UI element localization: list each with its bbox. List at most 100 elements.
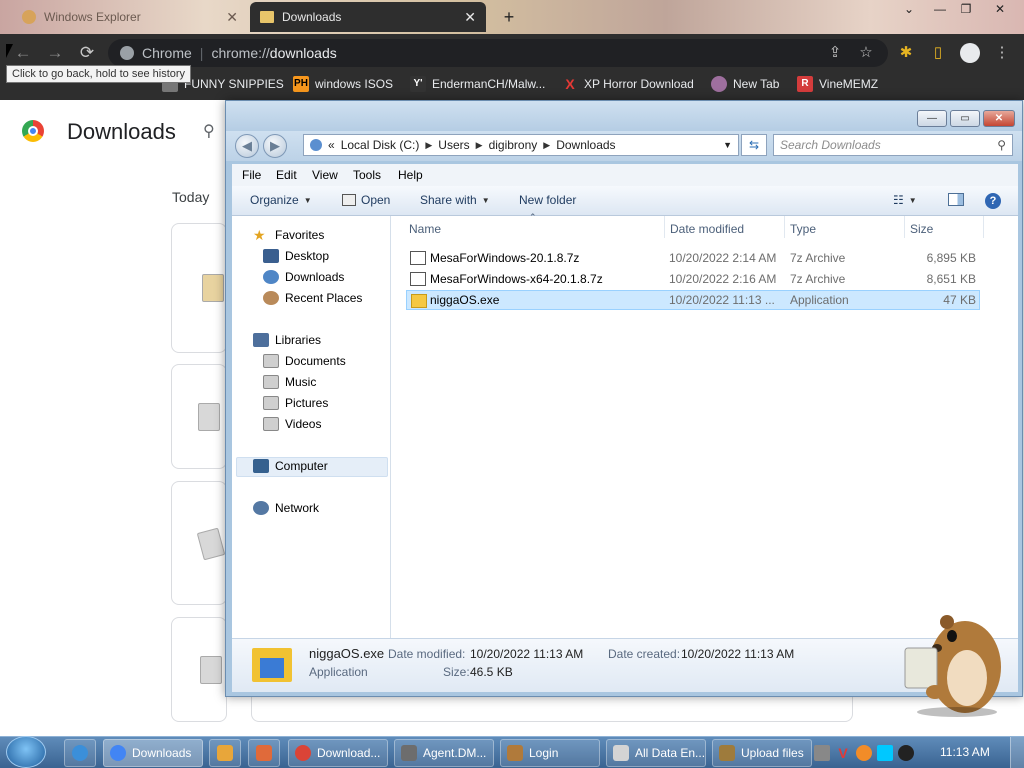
taskbar-button-downloads[interactable]: Downloads <box>103 739 203 767</box>
column-divider[interactable] <box>904 216 905 238</box>
tray-search-icon[interactable] <box>856 745 872 761</box>
explorer-maximize-button[interactable]: ▭ <box>950 110 980 127</box>
file-row[interactable]: MesaForWindows-x64-20.1.8.7z 10/20/2022 … <box>406 269 980 289</box>
file-row-selected[interactable]: niggaOS.exe 10/20/2022 11:13 ... Applica… <box>406 290 980 310</box>
bookmark-windows-isos[interactable]: PH windows ISOS <box>293 76 393 92</box>
download-card[interactable] <box>171 481 227 605</box>
column-header-size[interactable]: Size <box>910 222 933 236</box>
taskbar-button-login[interactable]: Login <box>500 739 600 767</box>
download-card[interactable] <box>171 364 227 469</box>
menu-edit[interactable]: Edit <box>276 168 297 182</box>
taskbar-clock[interactable]: 11:13 AM <box>940 745 990 759</box>
maximize-button[interactable]: ❐ <box>954 2 978 22</box>
breadcrumb-item[interactable]: Downloads <box>556 138 615 152</box>
address-bar[interactable]: Chrome | chrome:// downloads <box>108 39 888 67</box>
taskbar-media-pin[interactable] <box>209 739 241 767</box>
menu-file[interactable]: File <box>242 168 261 182</box>
bookmark-endermanch[interactable]: Y' EndermanCH/Malw... <box>410 76 545 92</box>
explorer-back-button[interactable]: ◀ <box>235 134 259 158</box>
nav-label: Music <box>285 375 317 389</box>
sidepanel-icon[interactable]: ▯ <box>926 41 950 65</box>
nav-pictures[interactable]: Pictures <box>263 396 328 410</box>
forward-button[interactable]: → <box>42 40 68 66</box>
explorer-minimize-button[interactable]: — <box>917 110 947 127</box>
tab-close-icon[interactable]: ✕ <box>226 9 238 26</box>
column-header-date[interactable]: Date modified <box>670 222 744 236</box>
breadcrumb-item[interactable]: Users <box>438 138 469 152</box>
close-button[interactable]: ✕ <box>988 2 1012 22</box>
menu-icon[interactable]: ⋮ <box>990 41 1014 65</box>
open-button[interactable]: Open <box>342 193 390 207</box>
nav-computer[interactable]: Computer <box>253 459 328 473</box>
file-row[interactable]: MesaForWindows-20.1.8.7z 10/20/2022 2:14… <box>406 248 980 268</box>
download-card[interactable] <box>171 617 227 722</box>
nav-videos[interactable]: Videos <box>263 417 321 431</box>
bookmark-vinememz[interactable]: R VineMEMZ <box>797 76 878 92</box>
nav-documents[interactable]: Documents <box>263 354 346 368</box>
back-button[interactable]: ← <box>10 40 36 66</box>
tab-downloads[interactable]: Downloads ✕ <box>250 2 486 32</box>
view-options-button[interactable]: ☷ ▼ <box>893 193 917 207</box>
tray-volume-icon[interactable] <box>898 745 914 761</box>
bookmark-new-tab[interactable]: New Tab <box>711 76 779 92</box>
column-divider[interactable] <box>664 216 665 238</box>
explorer-titlebar[interactable] <box>226 101 1022 131</box>
breadcrumb-item[interactable]: Local Disk (C:) <box>341 138 420 152</box>
taskbar-button-all-data[interactable]: All Data En... <box>606 739 706 767</box>
taskbar-ie-pin[interactable] <box>64 739 96 767</box>
profile-icon[interactable] <box>958 41 982 65</box>
menu-help[interactable]: Help <box>398 168 423 182</box>
search-icon[interactable]: ⚲ <box>203 121 215 141</box>
preview-pane-button[interactable] <box>948 193 964 206</box>
chevron-down-icon[interactable]: ▼ <box>723 140 732 150</box>
new-tab-button[interactable]: + <box>498 6 520 28</box>
tab-windows-explorer[interactable]: Windows Explorer ✕ <box>12 2 248 32</box>
start-button[interactable] <box>6 736 46 768</box>
nav-recent-places[interactable]: Recent Places <box>263 291 362 305</box>
share-with-button[interactable]: Share with ▼ <box>420 193 490 207</box>
taskbar-button-agent[interactable]: Agent.DM... <box>394 739 494 767</box>
search-icon[interactable]: ⚲ <box>997 138 1006 152</box>
nav-music[interactable]: Music <box>263 375 316 389</box>
tab-search-chevron-icon[interactable]: ⌄ <box>897 2 921 22</box>
breadcrumb-item[interactable]: digibrony <box>489 138 538 152</box>
bookmark-xp-horror[interactable]: X XP Horror Download <box>562 76 694 92</box>
minimize-button[interactable]: — <box>928 2 952 22</box>
help-button[interactable]: ? <box>985 193 1001 209</box>
reload-button[interactable]: ⟳ <box>74 40 100 66</box>
column-divider[interactable] <box>784 216 785 238</box>
explorer-search-input[interactable]: Search Downloads ⚲ <box>773 134 1013 156</box>
show-desktop-button[interactable] <box>1010 737 1024 768</box>
breadcrumb-overflow[interactable]: « <box>328 138 335 152</box>
chevron-right-icon[interactable]: ▶ <box>425 140 432 151</box>
column-divider[interactable] <box>983 216 984 238</box>
explorer-forward-button[interactable]: ▶ <box>263 134 287 158</box>
tray-display-icon[interactable] <box>877 745 893 761</box>
menu-view[interactable]: View <box>312 168 338 182</box>
explorer-breadcrumb[interactable]: « Local Disk (C:) ▶ Users ▶ digibrony ▶ … <box>303 134 739 156</box>
organize-button[interactable]: Organize ▼ <box>250 193 312 207</box>
nav-favorites[interactable]: ★ Favorites <box>253 228 324 242</box>
nav-desktop[interactable]: Desktop <box>263 249 329 263</box>
taskbar-button-upload[interactable]: Upload files <box>712 739 812 767</box>
chevron-right-icon[interactable]: ▶ <box>543 140 550 151</box>
tray-app-icon[interactable] <box>814 745 830 761</box>
column-header-name[interactable]: Name <box>409 222 441 236</box>
star-icon[interactable]: ☆ <box>854 41 878 65</box>
column-header-type[interactable]: Type <box>790 222 816 236</box>
nav-libraries[interactable]: Libraries <box>253 333 321 347</box>
taskbar-app-pin[interactable] <box>248 739 280 767</box>
extensions-icon[interactable]: ✱ <box>894 41 918 65</box>
chevron-right-icon[interactable]: ▶ <box>476 140 483 151</box>
download-card[interactable] <box>171 223 227 353</box>
menu-tools[interactable]: Tools <box>353 168 381 182</box>
tray-v-icon[interactable]: V <box>835 745 851 761</box>
explorer-close-button[interactable]: ✕ <box>983 110 1015 127</box>
nav-downloads[interactable]: Downloads <box>263 270 344 284</box>
nav-network[interactable]: Network <box>253 501 319 515</box>
taskbar-button-download[interactable]: Download... <box>288 739 388 767</box>
refresh-button[interactable]: ⇆ <box>741 134 767 156</box>
new-folder-button[interactable]: New folder <box>519 193 576 207</box>
tab-close-icon[interactable]: ✕ <box>464 9 476 26</box>
share-icon[interactable]: ⇪ <box>823 41 847 65</box>
